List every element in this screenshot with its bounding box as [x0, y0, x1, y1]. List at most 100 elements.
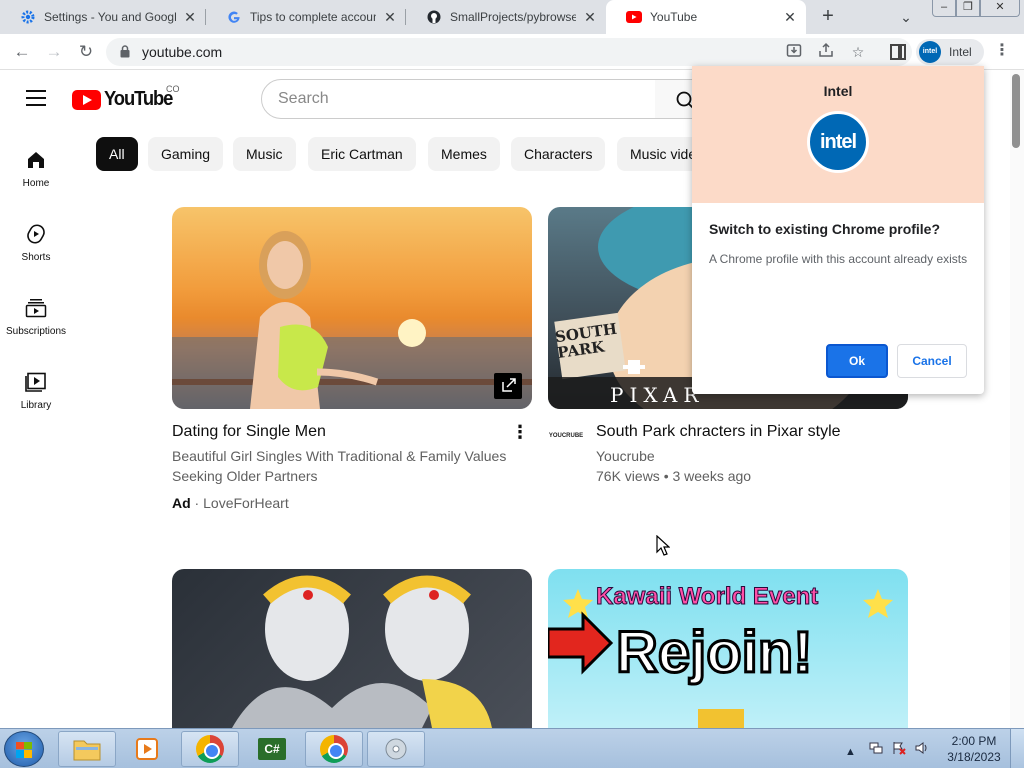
ad-description: Beautiful Girl Singles With Traditional …: [172, 446, 522, 486]
sidebar-item-label: Home: [22, 178, 50, 189]
ad-badge: Ad: [172, 495, 191, 511]
search-input[interactable]: Search: [261, 79, 656, 119]
tab-settings[interactable]: Settings - You and Google ✕: [0, 0, 206, 34]
folder-icon: [73, 740, 101, 761]
network-icon[interactable]: [869, 742, 886, 758]
profile-name: Intel: [949, 45, 972, 59]
sidebar-item-library[interactable]: Library: [0, 370, 72, 411]
action-center-flag-icon[interactable]: [892, 742, 909, 758]
show-desktop-button[interactable]: [1010, 729, 1024, 768]
dialog-title: Switch to existing Chrome profile?: [709, 221, 941, 237]
browser-toolbar: ← → ↻ youtube.com ☆ intel Intel ⋮: [0, 34, 1024, 70]
sidebar-item-label: Shorts: [21, 252, 51, 263]
taskbar-chrome-1[interactable]: [181, 731, 239, 767]
bookmark-star-icon[interactable]: ☆: [848, 42, 868, 62]
intel-avatar: intel: [919, 41, 941, 63]
thumbnail-image: [232, 575, 492, 728]
chip-memes[interactable]: Memes: [428, 137, 500, 171]
chip-music[interactable]: Music: [233, 137, 296, 171]
taskbar-csharp[interactable]: C#: [243, 731, 301, 767]
volume-icon[interactable]: [915, 742, 929, 758]
youtube-logo-text: YouTube: [104, 88, 173, 110]
youtube-icon: [626, 9, 642, 25]
close-tab-icon[interactable]: ✕: [382, 9, 398, 26]
system-tray: ▲: [845, 741, 929, 758]
chrome-icon: [196, 735, 224, 763]
external-link-icon[interactable]: [494, 373, 522, 399]
video-stats: 76K views • 3 weeks ago: [596, 468, 752, 484]
lock-icon[interactable]: [120, 45, 130, 58]
url-text[interactable]: youtube.com: [142, 44, 222, 60]
video-thumbnail-robots[interactable]: [172, 569, 532, 728]
chrome-menu-icon[interactable]: ⋮: [994, 42, 1010, 62]
install-app-icon[interactable]: [784, 42, 804, 62]
video-thumbnail-kawaii[interactable]: Kawaii World Event Rejoin!: [548, 569, 908, 728]
tab-title: YouTube: [650, 10, 698, 24]
video-title[interactable]: South Park chracters in Pixar style: [596, 423, 841, 441]
gear-icon: [20, 9, 36, 25]
tab-tips[interactable]: Tips to complete account ✕: [206, 0, 406, 34]
taskbar-disc-app[interactable]: [367, 731, 425, 767]
tray-expand-icon[interactable]: ▲: [845, 746, 856, 758]
restore-button[interactable]: ❐: [956, 0, 980, 17]
chip-gaming[interactable]: Gaming: [148, 137, 224, 171]
subscriptions-icon: [24, 296, 48, 320]
channel-avatar[interactable]: YOUCRUBE: [548, 425, 584, 447]
back-arrow-icon[interactable]: ←: [10, 40, 34, 64]
menu-icon[interactable]: [26, 90, 46, 106]
new-tab-button[interactable]: +: [816, 5, 840, 29]
tab-youtube[interactable]: YouTube ✕: [606, 0, 806, 34]
reload-icon[interactable]: ↻: [74, 40, 98, 64]
taskbar-media-player[interactable]: [119, 731, 175, 767]
chip-all[interactable]: All: [96, 137, 138, 171]
profile-button[interactable]: intel Intel: [916, 39, 984, 65]
close-tab-icon[interactable]: ✕: [182, 9, 198, 26]
system-clock[interactable]: 2:00 PM 3/18/2023: [944, 733, 1004, 765]
tab-search-chevron-icon[interactable]: ⌄: [894, 5, 918, 29]
forward-arrow-icon[interactable]: →: [42, 40, 66, 64]
switch-profile-dialog: Intel intel Switch to existing Chrome pr…: [692, 66, 984, 394]
intel-logo: intel: [807, 111, 869, 173]
windows-taskbar: C# ▲ 2:00 PM 3/18/2023: [0, 728, 1024, 768]
video-title[interactable]: Dating for Single Men: [172, 423, 326, 441]
advertiser-name[interactable]: LoveForHeart: [203, 495, 289, 511]
ok-button[interactable]: Ok: [826, 344, 888, 378]
page-scrollbar[interactable]: [1010, 70, 1024, 728]
side-panel-icon[interactable]: [890, 44, 906, 60]
sidebar-item-home[interactable]: Home: [0, 148, 72, 189]
cancel-button[interactable]: Cancel: [897, 344, 967, 378]
clock-time: 2:00 PM: [951, 734, 997, 748]
disc-icon: [385, 738, 407, 760]
sidebar-item-shorts[interactable]: Shorts: [0, 222, 72, 263]
close-tab-icon[interactable]: ✕: [782, 9, 798, 26]
scrollbar-thumb[interactable]: [1012, 74, 1020, 148]
start-button[interactable]: [4, 731, 44, 767]
youtube-logo[interactable]: YouTube: [72, 88, 178, 111]
github-icon: [426, 9, 442, 25]
chip-music-videos[interactable]: Music vide: [617, 137, 693, 171]
sidebar-item-label: Library: [20, 400, 52, 411]
share-icon[interactable]: [816, 42, 836, 62]
shorts-icon: [24, 222, 48, 246]
media-player-icon: [136, 738, 158, 760]
tab-title: SmallProjects/pybrowser: [450, 10, 576, 24]
close-tab-icon[interactable]: ✕: [582, 9, 598, 26]
dialog-profile-name: Intel: [823, 83, 853, 99]
minimize-button[interactable]: –: [932, 0, 956, 17]
sidebar-item-subscriptions[interactable]: Subscriptions: [0, 296, 72, 337]
clock-date: 3/18/2023: [947, 750, 1001, 764]
chip-characters[interactable]: Characters: [511, 137, 606, 171]
channel-name[interactable]: Youcrube: [596, 446, 655, 466]
country-code: CO: [166, 84, 180, 94]
tab-strip: Settings - You and Google ✕ Tips to comp…: [0, 0, 1024, 34]
taskbar-chrome-2[interactable]: [305, 731, 363, 767]
chip-eric-cartman[interactable]: Eric Cartman: [308, 137, 416, 171]
taskbar-explorer[interactable]: [58, 731, 116, 767]
more-actions-icon[interactable]: ⋮: [510, 422, 530, 444]
tab-github[interactable]: SmallProjects/pybrowser ✕: [406, 0, 606, 34]
close-window-button[interactable]: ✕: [980, 0, 1020, 17]
home-icon: [24, 148, 48, 172]
address-bar[interactable]: youtube.com ☆: [106, 38, 912, 66]
video-thumbnail-dating[interactable]: [172, 207, 532, 409]
ad-byline: Ad · LoveForHeart: [172, 495, 289, 511]
